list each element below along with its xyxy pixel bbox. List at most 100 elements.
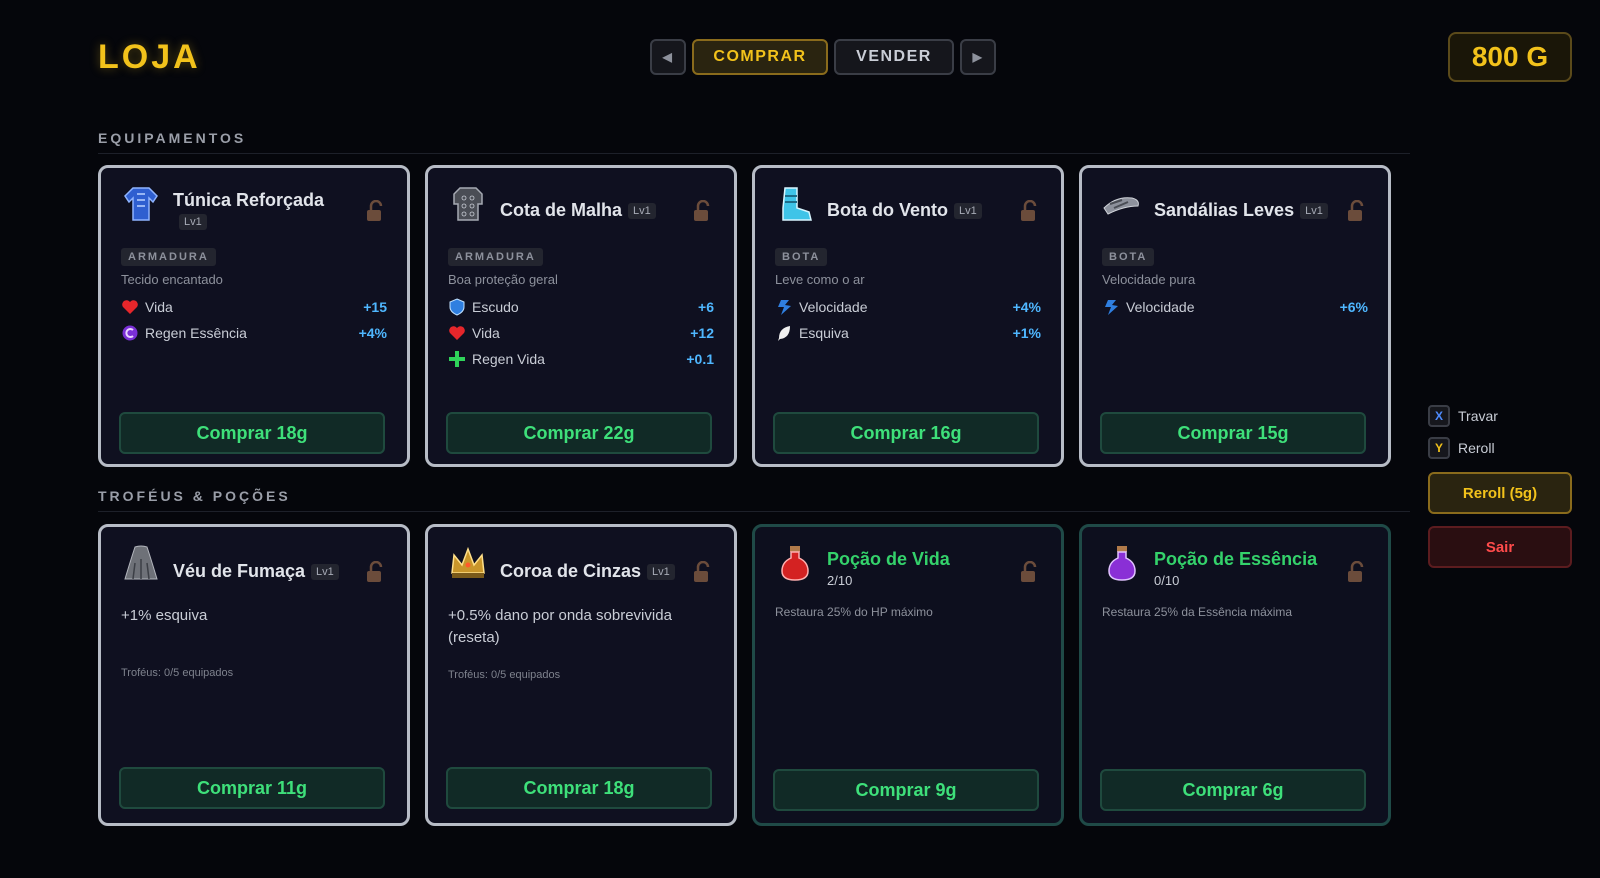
plus-icon [448, 350, 466, 368]
item-name: Cota de Malha [500, 200, 623, 220]
item-name: Poção de Essência [1154, 549, 1318, 569]
tab-buy[interactable]: COMPRAR [692, 39, 828, 75]
speed-icon [1102, 298, 1120, 316]
trophy-slots: Troféus: 0/5 equipados [121, 667, 234, 679]
item-name: Túnica Reforçada [173, 190, 325, 210]
item-description: +1% esquiva [121, 607, 208, 624]
item-name-row: Véu de Fumaça Lv1 [173, 561, 339, 582]
lock-icon[interactable] [365, 560, 385, 583]
gold-counter: 800 G [1448, 32, 1572, 82]
lock-icon[interactable] [365, 199, 385, 222]
tab-sell[interactable]: VENDER [834, 39, 954, 75]
shop-item-card: Cota de Malha Lv1 ARMADURA Boa proteção g… [425, 165, 737, 467]
shop-item-card: Bota do Vento Lv1 BOTA Leve como o ar Vel… [752, 165, 1064, 467]
lock-icon[interactable] [1019, 199, 1039, 222]
lock-icon[interactable] [1346, 560, 1366, 583]
item-level: Lv1 [179, 213, 207, 230]
stat-row: Regen Essência +4% [121, 320, 387, 346]
chainmail-icon [448, 184, 488, 224]
potion-stock: 2/10 [827, 573, 853, 588]
shop-item-card: Poção de Vida 2/10 Restaura 25% do HP má… [752, 524, 1064, 826]
tunic-icon [121, 184, 161, 224]
key-y: Y [1428, 437, 1450, 459]
potion-stock: 0/10 [1154, 573, 1180, 588]
trophy-slots: Troféus: 0/5 equipados [448, 669, 561, 681]
lock-icon[interactable] [1019, 560, 1039, 583]
heart-icon [121, 298, 139, 316]
shop-item-card: Coroa de Cinzas Lv1 +0.5% dano por onda s… [425, 524, 737, 826]
item-name-row: Bota do Vento Lv1 [827, 200, 982, 221]
lock-icon[interactable] [692, 560, 712, 583]
stat-value: +6 [698, 299, 714, 315]
item-description: Restaura 25% da Essência máxima [1102, 605, 1293, 619]
red-potion-icon [775, 543, 815, 583]
item-description: Restaura 25% do HP máximo [775, 605, 933, 619]
item-category: ARMADURA [448, 248, 543, 266]
buy-button[interactable]: Comprar 22g [446, 412, 712, 454]
buy-button[interactable]: Comprar 15g [1100, 412, 1366, 454]
stat-value: +15 [363, 299, 387, 315]
stat-row: Velocidade +6% [1102, 294, 1368, 320]
stat-value: +0.1 [686, 351, 714, 367]
item-level: Lv1 [647, 564, 675, 581]
item-name: Véu de Fumaça [173, 561, 306, 581]
item-name: Bota do Vento [827, 200, 948, 220]
item-category: BOTA [775, 248, 828, 266]
purple-potion-icon [1102, 543, 1142, 583]
stat-row: Esquiva +1% [775, 320, 1041, 346]
smoke-veil-icon [121, 543, 161, 583]
item-name: Sandálias Leves [1154, 200, 1295, 220]
reroll-button[interactable]: Reroll (5g) [1428, 472, 1572, 514]
section-equipment-title: EQUIPAMENTOS [98, 130, 1410, 154]
reroll-hint-label: Reroll [1458, 440, 1495, 456]
key-x: X [1428, 405, 1450, 427]
item-name: Coroa de Cinzas [500, 561, 642, 581]
buy-button[interactable]: Comprar 18g [119, 412, 385, 454]
stat-row: Vida +15 [121, 294, 387, 320]
stat-value: +4% [358, 325, 387, 341]
lock-icon[interactable] [692, 199, 712, 222]
item-name: Poção de Vida [827, 549, 950, 569]
prev-tab-button[interactable]: ◀ [650, 39, 686, 75]
shop-item-card: Túnica Reforçada Lv1 ARMADURA Tecido enc… [98, 165, 410, 467]
stat-value: +12 [690, 325, 714, 341]
shop-mode-tabs: ◀ COMPRAR VENDER ▶ [650, 39, 996, 75]
exit-button[interactable]: Sair [1428, 526, 1572, 568]
stat-row: Escudo +6 [448, 294, 714, 320]
sandals-icon [1102, 184, 1142, 224]
stat-row: Vida +12 [448, 320, 714, 346]
item-level: Lv1 [954, 203, 982, 220]
item-level: Lv1 [311, 564, 339, 581]
stat-label: Velocidade [799, 299, 868, 315]
buy-button[interactable]: Comprar 18g [446, 767, 712, 809]
lock-hint-label: Travar [1458, 408, 1498, 424]
item-name-row: Coroa de Cinzas Lv1 [500, 561, 675, 582]
lock-hint: X Travar [1428, 405, 1498, 427]
item-description: Velocidade pura [1102, 272, 1196, 287]
buy-button[interactable]: Comprar 9g [773, 769, 1039, 811]
item-name-row: Cota de Malha Lv1 [500, 200, 656, 221]
buy-button[interactable]: Comprar 16g [773, 412, 1039, 454]
speed-icon [775, 298, 793, 316]
item-description: Tecido encantado [121, 272, 223, 287]
buy-button[interactable]: Comprar 11g [119, 767, 385, 809]
section-trophies-title: TROFÉUS & POÇÕES [98, 488, 1410, 512]
stat-label: Vida [472, 325, 500, 341]
item-level: Lv1 [628, 203, 656, 220]
stat-label: Esquiva [799, 325, 849, 341]
stat-value: +6% [1339, 299, 1368, 315]
buy-button[interactable]: Comprar 6g [1100, 769, 1366, 811]
item-name-row: Sandálias Leves Lv1 [1154, 200, 1328, 221]
essence-regen-icon [121, 324, 139, 342]
next-tab-button[interactable]: ▶ [960, 39, 996, 75]
stat-value: +4% [1012, 299, 1041, 315]
stat-row: Velocidade +4% [775, 294, 1041, 320]
stat-label: Escudo [472, 299, 519, 315]
stat-label: Regen Vida [472, 351, 545, 367]
shop-title: LOJA [98, 38, 201, 76]
stat-label: Velocidade [1126, 299, 1195, 315]
lock-icon[interactable] [1346, 199, 1366, 222]
shop-item-card: Sandálias Leves Lv1 BOTA Velocidade pura … [1079, 165, 1391, 467]
stat-label: Vida [145, 299, 173, 315]
shop-item-card: Poção de Essência 0/10 Restaura 25% da E… [1079, 524, 1391, 826]
